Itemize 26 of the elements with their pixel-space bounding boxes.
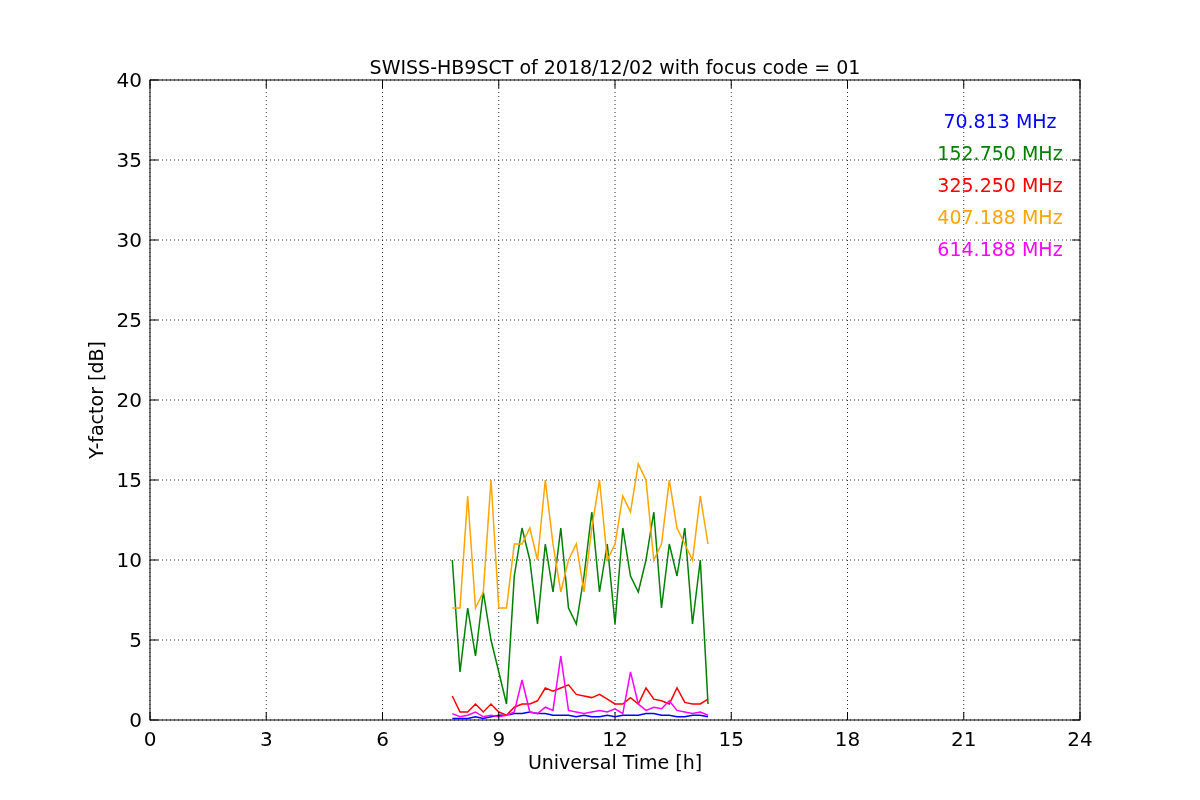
tick-label: 35 (116, 148, 142, 172)
tick-label: 18 (834, 727, 861, 751)
tick-label: 5 (129, 628, 142, 652)
tick-label: 20 (116, 388, 142, 412)
y-axis-label: Y-factor [dB] (85, 341, 107, 459)
tick-label: 30 (116, 228, 142, 252)
chart-title: SWISS-HB9SCT of 2018/12/02 with focus code = 01 (369, 56, 861, 78)
legend-entry: 407.188 MHz (937, 206, 1063, 228)
tick-label: 10 (116, 548, 142, 572)
tick-label: 12 (602, 727, 628, 751)
tick-label: 0 (129, 708, 142, 732)
tick-label: 6 (376, 727, 389, 751)
tick-label: 15 (718, 727, 744, 751)
tick-label: 0 (143, 727, 157, 751)
tick-label: 15 (116, 468, 142, 492)
tick-label: 21 (951, 727, 977, 751)
legend-entry: 614.188 MHz (937, 238, 1063, 260)
legend-entry: 70.813 MHz (943, 110, 1057, 132)
tick-label: 24 (1067, 727, 1093, 751)
x-axis-label: Universal Time [h] (527, 751, 703, 773)
tick-label: 3 (259, 727, 273, 751)
tick-label: 25 (116, 308, 142, 332)
tick-label: 40 (116, 68, 142, 92)
legend-entry: 325.250 MHz (937, 174, 1063, 196)
legend-entry: 152.750 MHz (937, 142, 1063, 164)
tick-label: 9 (492, 727, 506, 751)
